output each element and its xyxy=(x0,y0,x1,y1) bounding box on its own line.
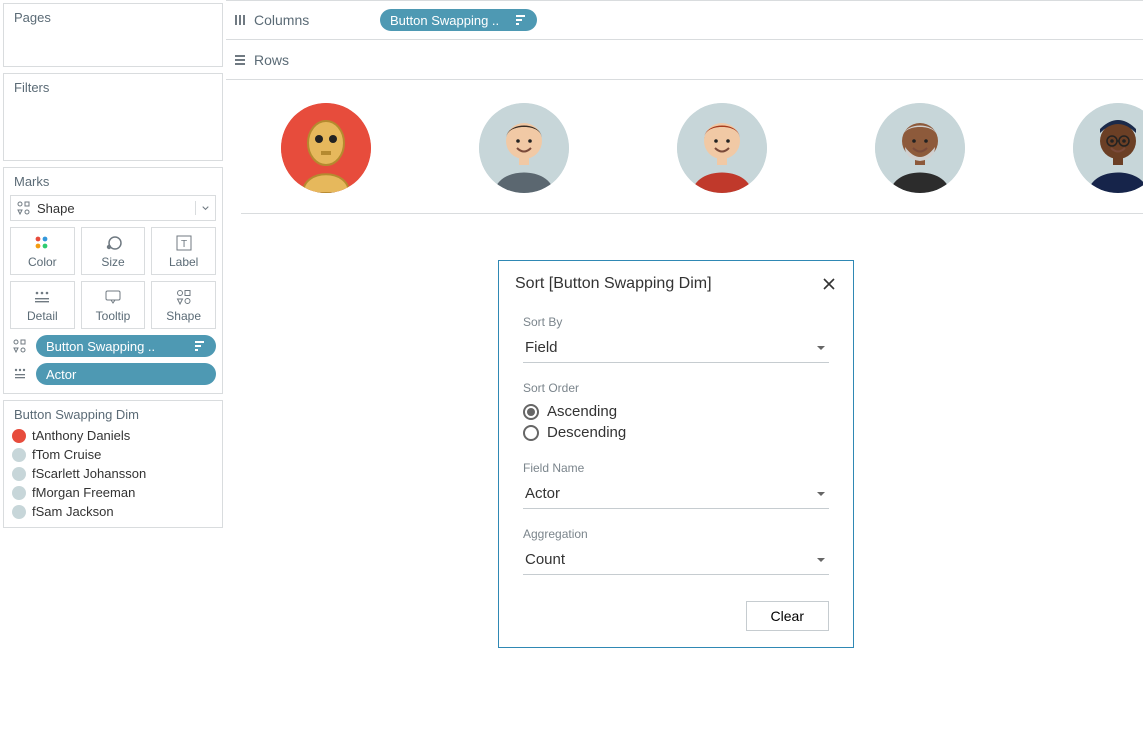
legend-item[interactable]: fTom Cruise xyxy=(12,447,214,462)
marks-card-title: Marks xyxy=(4,168,222,191)
shape-small-icon xyxy=(10,339,30,353)
legend-item-label: fScarlett Johansson xyxy=(32,466,146,481)
viz-canvas[interactable]: Sort [Button Swapping Dim] Sort By Field… xyxy=(226,80,1143,730)
actor-avatar[interactable] xyxy=(677,103,767,193)
marks-card: Marks Shape xyxy=(3,167,223,394)
legend-item[interactable]: fScarlett Johansson xyxy=(12,466,214,481)
filters-shelf[interactable]: Filters xyxy=(3,73,223,161)
actor-avatar[interactable] xyxy=(281,103,371,193)
sort-by-value: Field xyxy=(525,339,558,356)
legend-item[interactable]: fSam Jackson xyxy=(12,504,214,519)
pill-button-swapping[interactable]: Button Swapping .. xyxy=(36,335,216,357)
marks-size-button[interactable]: Size xyxy=(81,227,146,275)
field-name-label: Field Name xyxy=(523,461,829,475)
chevron-down-icon xyxy=(815,554,827,566)
legend-swatch-icon xyxy=(12,505,26,519)
aggregation-label: Aggregation xyxy=(523,527,829,541)
legend-swatch-icon xyxy=(12,429,26,443)
radio-selected-icon xyxy=(523,404,539,420)
rows-label: Rows xyxy=(254,52,374,68)
marks-color-label: Color xyxy=(28,255,57,269)
shape-icon xyxy=(175,288,193,306)
columns-icon xyxy=(226,13,254,27)
chevron-down-icon xyxy=(195,201,209,215)
legend-item-label: fMorgan Freeman xyxy=(32,485,135,500)
pages-shelf-title: Pages xyxy=(4,4,222,29)
pill-label: Button Swapping .. xyxy=(46,339,155,354)
field-name-select[interactable]: Actor xyxy=(523,481,829,509)
size-icon xyxy=(104,234,122,252)
tooltip-icon xyxy=(104,288,122,306)
marks-size-label: Size xyxy=(101,255,124,269)
sort-order-ascending[interactable]: Ascending xyxy=(523,401,829,422)
mark-type-label: Shape xyxy=(37,201,75,216)
legend-item[interactable]: fMorgan Freeman xyxy=(12,485,214,500)
rows-shelf[interactable]: Rows xyxy=(226,40,1143,80)
pill-actor[interactable]: Actor xyxy=(36,363,216,385)
sort-dialog-title: Sort [Button Swapping Dim] xyxy=(515,275,712,293)
marks-shape-button[interactable]: Shape xyxy=(151,281,216,329)
legend-item-label: tAnthony Daniels xyxy=(32,428,130,443)
legend-item-label: fSam Jackson xyxy=(32,504,114,519)
chevron-down-icon xyxy=(815,488,827,500)
detail-icon xyxy=(33,288,51,306)
actor-avatar[interactable] xyxy=(875,103,965,193)
mark-type-selector[interactable]: Shape xyxy=(10,195,216,221)
field-name-value: Actor xyxy=(525,485,560,502)
ascending-label: Ascending xyxy=(547,403,617,420)
legend-swatch-icon xyxy=(12,467,26,481)
marks-label-button[interactable]: T Label xyxy=(151,227,216,275)
color-dots-icon xyxy=(33,234,51,252)
descending-label: Descending xyxy=(547,424,626,441)
sort-dialog: Sort [Button Swapping Dim] Sort By Field… xyxy=(498,260,854,648)
sort-glyph-icon xyxy=(515,14,527,26)
marks-tooltip-button[interactable]: Tooltip xyxy=(81,281,146,329)
actor-avatar[interactable] xyxy=(1073,103,1143,193)
sort-order-label: Sort Order xyxy=(523,381,829,395)
marks-detail-button[interactable]: Detail xyxy=(10,281,75,329)
shape-legend: Button Swapping Dim tAnthony Daniels fTom… xyxy=(3,400,223,528)
filters-shelf-title: Filters xyxy=(4,74,222,99)
pill-label: Button Swapping .. xyxy=(390,13,499,28)
aggregation-select[interactable]: Count xyxy=(523,547,829,575)
label-t-icon: T xyxy=(175,234,193,252)
legend-item-label: fTom Cruise xyxy=(32,447,101,462)
legend-swatch-icon xyxy=(12,448,26,462)
close-icon[interactable] xyxy=(821,276,837,292)
marks-tooltip-label: Tooltip xyxy=(96,309,131,323)
columns-label: Columns xyxy=(254,12,374,28)
svg-text:T: T xyxy=(181,239,187,250)
pill-label: Actor xyxy=(46,367,76,382)
sort-glyph-icon xyxy=(194,340,206,352)
shape-legend-title: Button Swapping Dim xyxy=(4,401,222,426)
columns-shelf[interactable]: Columns Button Swapping .. xyxy=(226,0,1143,40)
sort-order-descending[interactable]: Descending xyxy=(523,422,829,443)
marks-label-label: Label xyxy=(169,255,198,269)
detail-small-icon xyxy=(10,367,30,381)
actor-avatar[interactable] xyxy=(479,103,569,193)
chevron-down-icon xyxy=(815,342,827,354)
legend-item[interactable]: tAnthony Daniels xyxy=(12,428,214,443)
radio-unselected-icon xyxy=(523,425,539,441)
clear-button[interactable]: Clear xyxy=(746,601,829,631)
legend-swatch-icon xyxy=(12,486,26,500)
marks-shape-label: Shape xyxy=(166,309,201,323)
columns-pill[interactable]: Button Swapping .. xyxy=(380,9,537,31)
pages-shelf[interactable]: Pages xyxy=(3,3,223,67)
sort-by-label: Sort By xyxy=(523,315,829,329)
shape-grid-icon xyxy=(17,201,31,215)
aggregation-value: Count xyxy=(525,551,565,568)
marks-color-button[interactable]: Color xyxy=(10,227,75,275)
marks-detail-label: Detail xyxy=(27,309,58,323)
rows-icon xyxy=(226,53,254,67)
sort-by-select[interactable]: Field xyxy=(523,335,829,363)
